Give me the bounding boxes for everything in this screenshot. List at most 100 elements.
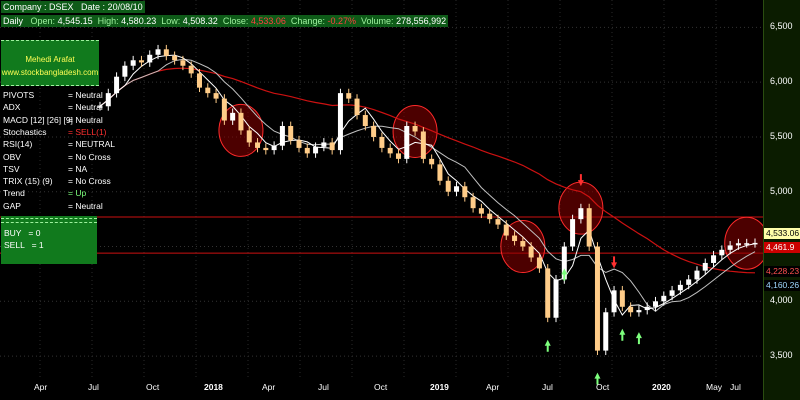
indicator-row: Stochastics = SELL(1) bbox=[3, 127, 107, 138]
candle-body bbox=[404, 126, 410, 159]
indicator-value: = Neutral bbox=[68, 200, 103, 211]
time-tick-label: 2019 bbox=[430, 382, 449, 392]
candle-body bbox=[371, 126, 377, 137]
candle-body bbox=[445, 180, 451, 192]
candle-body bbox=[238, 112, 244, 131]
price-tick-label: 3,500 bbox=[770, 350, 793, 361]
indicator-row: OBV = No Cross bbox=[3, 152, 111, 163]
candle-body bbox=[313, 146, 319, 154]
time-tick-label: Apr bbox=[34, 382, 48, 392]
indicator-row: TRIX (15) (9) = No Cross bbox=[3, 176, 111, 187]
buy-arrow bbox=[544, 339, 551, 352]
low-value: 4,508.32 bbox=[182, 16, 218, 26]
candle-body bbox=[271, 145, 277, 151]
candle-body bbox=[669, 290, 675, 296]
time-tick-label: Jul bbox=[730, 382, 741, 392]
candle-body bbox=[752, 242, 758, 245]
indicator-panel: PIVOTS = Neutral ADX = Neutral MACD [12] [26… bbox=[1, 90, 115, 214]
signal-divider-top2 bbox=[1, 222, 97, 223]
chart-title-bar: Company : DSEX Date : 20/08/10 bbox=[1, 1, 145, 13]
price-axis: 6,5006,0005,5005,0004,5004,0003,500 bbox=[763, 0, 800, 400]
high-label: High: bbox=[97, 16, 119, 26]
time-tick-label: Apr bbox=[262, 382, 276, 392]
low-label: Low: bbox=[161, 16, 181, 26]
price-tick-label: 6,500 bbox=[770, 21, 793, 32]
candle-body bbox=[636, 310, 642, 313]
price-tick-label: 5,000 bbox=[770, 185, 793, 196]
candle-body bbox=[329, 142, 335, 151]
volume-value: 278,556,992 bbox=[396, 16, 447, 26]
candle-body bbox=[420, 131, 426, 159]
candle-body bbox=[611, 290, 617, 313]
indicator-value: = NA bbox=[68, 163, 88, 174]
candle-body bbox=[114, 76, 120, 94]
candle-body bbox=[520, 241, 526, 247]
time-tick-label: Oct bbox=[374, 382, 388, 392]
close-label: Close: bbox=[222, 16, 249, 26]
candle-body bbox=[495, 219, 501, 225]
candle-body bbox=[105, 93, 111, 107]
candle-body bbox=[545, 268, 551, 318]
candle-body bbox=[702, 262, 708, 271]
moving-average-slow bbox=[99, 67, 756, 274]
candle-body bbox=[677, 284, 683, 291]
indicator-value: = Up bbox=[68, 188, 87, 199]
candle-body bbox=[586, 208, 592, 247]
candle-body bbox=[644, 306, 650, 311]
candle-body bbox=[686, 279, 692, 285]
candle-body bbox=[711, 255, 717, 263]
time-tick-label: Apr bbox=[486, 382, 500, 392]
candle-body bbox=[296, 140, 302, 148]
indicator-row: Trend = Up bbox=[3, 188, 86, 199]
chart-canvas bbox=[0, 0, 763, 385]
candle-body bbox=[288, 126, 294, 141]
indicator-name: OBV bbox=[3, 151, 21, 162]
buy-arrow bbox=[635, 332, 642, 345]
indicator-row: PIVOTS = Neutral bbox=[3, 90, 103, 101]
open-value: 4,545.15 bbox=[57, 16, 93, 26]
indicator-row: MACD [12] [26] [9]= Neutral bbox=[3, 115, 103, 126]
high-value: 4,580.23 bbox=[121, 16, 157, 26]
change-value: -0.27% bbox=[327, 16, 356, 26]
candle-body bbox=[172, 55, 178, 61]
indicator-value: = Neutral bbox=[68, 114, 103, 125]
candle-body bbox=[304, 147, 310, 154]
candle-body bbox=[653, 301, 659, 307]
price-tag: 4,461.9 bbox=[764, 242, 800, 253]
indicator-name: Stochastics bbox=[3, 126, 47, 137]
sell-arrow bbox=[611, 256, 618, 269]
candle-body bbox=[553, 279, 559, 318]
candle-body bbox=[337, 93, 343, 151]
indicator-value: = No Cross bbox=[68, 176, 111, 187]
ohlc-bar: Daily Open: 4,545.15 High: 4,580.23 Low:… bbox=[1, 15, 449, 27]
sell-label: SELL bbox=[4, 240, 25, 250]
indicator-name: Trend bbox=[3, 188, 25, 199]
candle-body bbox=[437, 164, 443, 181]
author-name: Mehedi Arafat bbox=[25, 55, 75, 64]
indicator-name: TSV bbox=[3, 163, 20, 174]
candle-body bbox=[661, 295, 667, 302]
company-label: Company : DSEX bbox=[3, 2, 74, 12]
candle-body bbox=[196, 73, 202, 88]
candle-body bbox=[594, 246, 600, 351]
date-label: Date : 20/08/10 bbox=[81, 2, 143, 12]
candle-body bbox=[155, 49, 161, 55]
time-tick-label: May bbox=[706, 382, 723, 392]
indicator-value: = Neutral bbox=[68, 90, 103, 100]
candle-body bbox=[487, 213, 493, 220]
indicator-name: PIVOTS bbox=[3, 90, 35, 100]
candle-body bbox=[213, 93, 219, 99]
candle-body bbox=[255, 142, 261, 148]
candle-body bbox=[694, 270, 700, 280]
change-label: Change: bbox=[290, 16, 325, 26]
indicator-value: = Neutral bbox=[68, 102, 103, 113]
candle-body bbox=[354, 98, 360, 116]
candle-body bbox=[619, 290, 625, 307]
price-chart[interactable] bbox=[0, 0, 763, 400]
signal-divider-top bbox=[1, 218, 97, 219]
candle-body bbox=[478, 208, 484, 214]
price-tick-label: 6,000 bbox=[770, 76, 793, 87]
price-tag: 4,228.23 bbox=[764, 266, 800, 277]
time-tick-label: Oct bbox=[146, 382, 160, 392]
indicator-value: = SELL(1) bbox=[68, 126, 107, 137]
